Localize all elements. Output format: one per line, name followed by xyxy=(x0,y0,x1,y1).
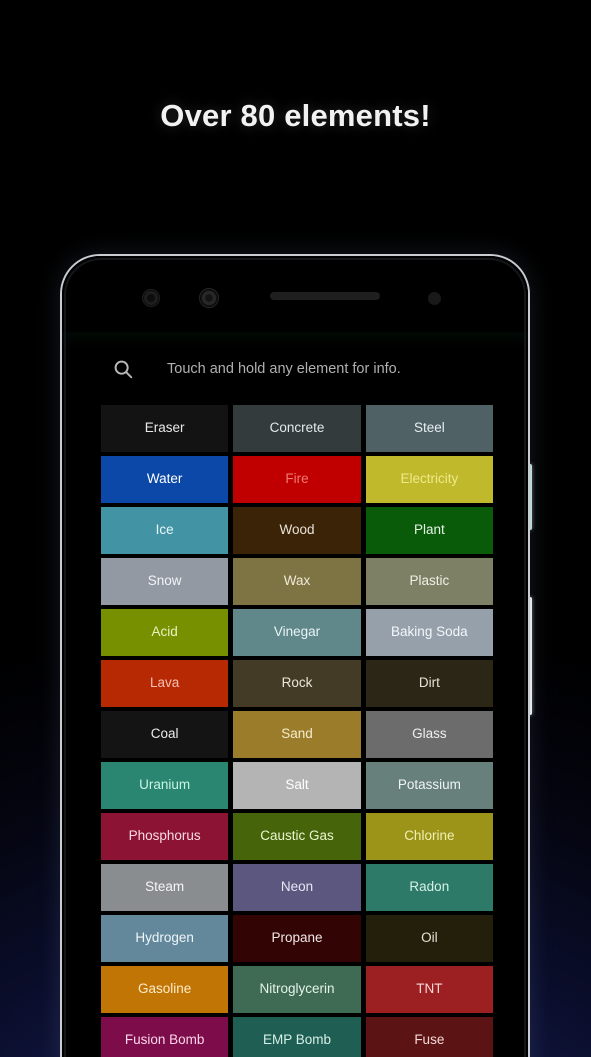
element-cell[interactable]: Salt xyxy=(233,762,361,809)
element-cell[interactable]: Steel xyxy=(365,405,493,452)
element-cell[interactable]: Uranium xyxy=(101,762,229,809)
element-cell[interactable]: Sand xyxy=(233,711,361,758)
element-cell[interactable]: EMP Bomb xyxy=(233,1017,361,1057)
element-cell[interactable]: Neon xyxy=(233,864,361,911)
front-camera-icon xyxy=(428,292,441,305)
element-cell[interactable]: Fire xyxy=(233,456,361,503)
ambient-light-sensor-icon xyxy=(199,288,219,308)
element-cell[interactable]: Wood xyxy=(233,507,361,554)
element-cell[interactable]: Plant xyxy=(365,507,493,554)
element-cell[interactable]: Vinegar xyxy=(233,609,361,656)
element-cell[interactable]: Hydrogen xyxy=(101,915,229,962)
phone-mockup: EraserConcreteSteel WaterFireElectricity I… xyxy=(60,254,530,1057)
promo-headline: Over 80 elements! xyxy=(160,98,431,133)
element-cell[interactable]: Oil xyxy=(365,915,493,962)
element-cell[interactable]: Ice xyxy=(101,507,229,554)
element-cell[interactable]: Fuse xyxy=(365,1017,493,1057)
element-cell[interactable]: Chlorine xyxy=(365,813,493,860)
element-cell[interactable]: TNT xyxy=(365,966,493,1013)
search-bar[interactable] xyxy=(62,340,528,398)
element-cell[interactable]: Potassium xyxy=(365,762,493,809)
element-cell[interactable]: Caustic Gas xyxy=(233,813,361,860)
element-cell[interactable]: Acid xyxy=(101,609,229,656)
element-cell[interactable]: Dirt xyxy=(365,660,493,707)
element-cell[interactable]: Glass xyxy=(365,711,493,758)
element-cell[interactable]: Baking Soda xyxy=(365,609,493,656)
earpiece-speaker-grille xyxy=(270,292,380,300)
element-cell[interactable]: Concrete xyxy=(233,405,361,452)
element-cell[interactable]: Rock xyxy=(233,660,361,707)
element-cell[interactable]: Fusion Bomb xyxy=(101,1017,229,1057)
proximity-sensor-icon xyxy=(142,289,160,307)
element-cell[interactable]: Plastic xyxy=(365,558,493,605)
search-icon[interactable] xyxy=(112,358,134,380)
element-cell[interactable]: Electricity xyxy=(365,456,493,503)
element-cell[interactable]: Eraser xyxy=(101,405,229,452)
element-cell[interactable]: Phosphorus xyxy=(101,813,229,860)
element-cell[interactable]: Water xyxy=(101,456,229,503)
element-cell[interactable]: Gasoline xyxy=(101,966,229,1013)
element-cell[interactable]: Snow xyxy=(101,558,229,605)
element-cell[interactable]: Radon xyxy=(365,864,493,911)
element-cell[interactable]: Lava xyxy=(101,660,229,707)
element-grid: Eraser Concrete Steel Water Fire Electricity I… xyxy=(101,405,493,1057)
element-cell[interactable]: Steam xyxy=(101,864,229,911)
search-input[interactable] xyxy=(167,361,504,377)
element-cell[interactable]: Wax xyxy=(233,558,361,605)
element-cell[interactable]: Nitroglycerin xyxy=(233,966,361,1013)
element-cell[interactable]: Propane xyxy=(233,915,361,962)
element-cell[interactable]: Coal xyxy=(101,711,229,758)
phone-top-bezel xyxy=(62,256,528,332)
